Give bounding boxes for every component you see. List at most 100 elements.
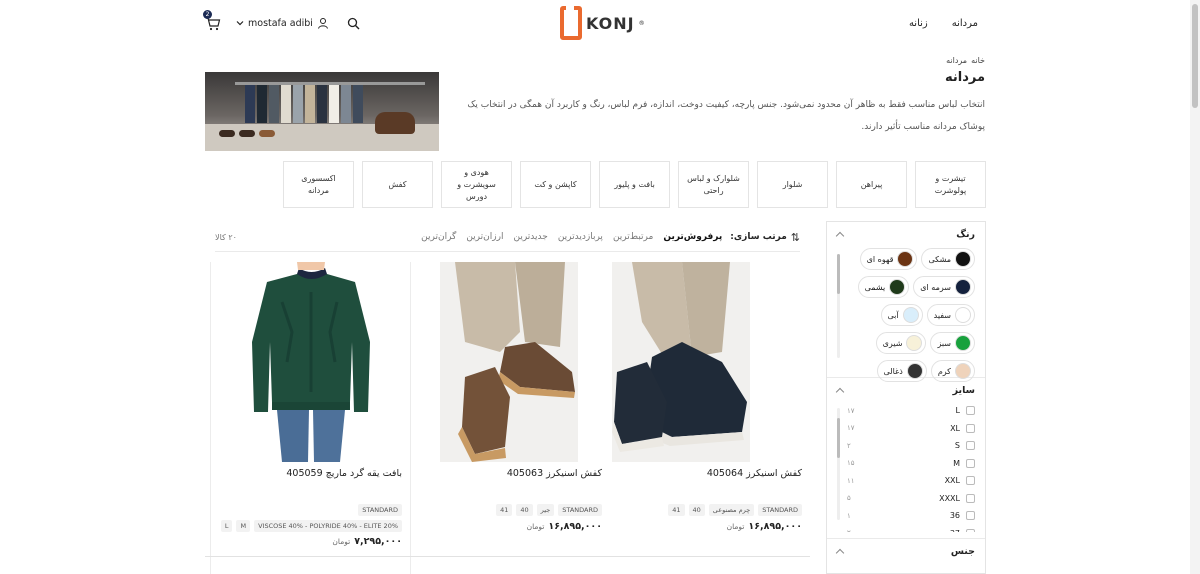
- size-checkbox[interactable]: [966, 511, 975, 521]
- color-option[interactable]: آبی: [880, 304, 923, 326]
- header-actions: 2 mostafa adibi: [203, 10, 360, 32]
- chevron-down-icon: [236, 21, 244, 26]
- product-card[interactable]: کفش اسنیکرز 405063 STANDARD جیر 40 41 ۱۶…: [410, 262, 610, 574]
- product-tag: L: [220, 520, 233, 532]
- size-option-count: ۲: [847, 441, 851, 450]
- size-checkbox[interactable]: [966, 493, 975, 503]
- color-option[interactable]: یشمی: [857, 276, 910, 298]
- category-shoes[interactable]: کفش: [362, 161, 433, 208]
- product-image[interactable]: [242, 262, 380, 462]
- size-checkbox[interactable]: [966, 423, 975, 433]
- color-filter: مشکی قهوه ای سرمه ای یشمی سفید آبی سبز شیری کرم ذ…: [827, 246, 985, 382]
- size-option-label: M: [953, 458, 960, 468]
- cart-count-badge: 2: [203, 10, 212, 19]
- size-option-label: S: [954, 441, 960, 451]
- logo[interactable]: KONJ ®: [560, 6, 645, 40]
- size-option-main: 37: [950, 528, 975, 532]
- product-tag: STANDARD: [758, 504, 802, 516]
- category-tshirt[interactable]: تیشرت و پولوشرت: [915, 161, 986, 208]
- size-filter-scrollbar[interactable]: [837, 408, 840, 520]
- category-shirt[interactable]: پیراهن: [836, 161, 907, 208]
- size-option[interactable]: XL ۱۷: [847, 420, 975, 438]
- color-swatch: [897, 251, 914, 267]
- product-tags: STANDARD چرم مصنوعی 40 41: [668, 504, 802, 516]
- page-scrollbar[interactable]: [1190, 0, 1200, 574]
- logo-trademark: ®: [638, 19, 645, 27]
- category-pants[interactable]: شلوار: [757, 161, 828, 208]
- size-option[interactable]: M ۱۵: [847, 455, 975, 473]
- sort-icon: ⇅: [790, 230, 800, 244]
- category-accessories[interactable]: اکسسوری مردانه: [283, 161, 354, 208]
- product-title[interactable]: بافت یقه گرد ماریچ 405059: [286, 468, 402, 479]
- page-description: انتخاب لباس مناسب فقط به ظاهر آن محدود ن…: [467, 100, 985, 132]
- category-jackets[interactable]: کاپشن و کت: [520, 161, 591, 208]
- product-tag: VISCOSE 40% - POLYRIDE 40% - ELITE 20%: [254, 520, 402, 532]
- user-menu[interactable]: mostafa adibi: [236, 17, 329, 29]
- size-option[interactable]: L ۱۷: [847, 402, 975, 420]
- size-checkbox[interactable]: [966, 441, 975, 451]
- size-option-main: M: [953, 458, 975, 468]
- size-option[interactable]: 36 ۱: [847, 507, 975, 525]
- product-grid: کفش اسنیکرز 405064 STANDARD چرم مصنوعی 4…: [205, 262, 810, 574]
- size-filter: L۱۷XL۱۷S۲M۱۵XXL۱۱XXXL۵36۱37۲: [827, 402, 985, 532]
- size-option-count: ۲: [847, 529, 851, 532]
- chevron-up-icon: [835, 231, 845, 240]
- color-option[interactable]: کرم: [930, 360, 975, 382]
- user-icon: [317, 18, 328, 29]
- color-option[interactable]: قهوه ای: [859, 248, 918, 270]
- sort-label: مرتب سازی:: [730, 232, 787, 242]
- sort-bestselling[interactable]: پرفروش‌ترین: [663, 232, 722, 242]
- product-card[interactable]: بافت یقه گرد ماریچ 405059 STANDARD VISCO…: [210, 262, 410, 574]
- breadcrumb-home[interactable]: خانه: [971, 56, 985, 65]
- size-option-count: ۵: [847, 494, 851, 503]
- color-option[interactable]: سفید: [926, 304, 975, 326]
- category-shorts[interactable]: شلوارک و لباس راحتی: [678, 161, 749, 208]
- product-card[interactable]: کفش اسنیکرز 405064 STANDARD چرم مصنوعی 4…: [610, 262, 810, 574]
- color-option[interactable]: سرمه ای: [913, 276, 975, 298]
- color-swatch: [906, 335, 923, 351]
- size-option-count: ۱۱: [847, 476, 855, 485]
- cart-button[interactable]: 2: [203, 10, 222, 32]
- color-filter-header[interactable]: رنگ: [827, 222, 985, 246]
- gender-filter-header[interactable]: جنس: [827, 539, 985, 563]
- nav-men[interactable]: مردانه: [952, 18, 978, 29]
- size-option[interactable]: S۲: [847, 437, 975, 455]
- sort-most-viewed[interactable]: پربازدیدترین: [558, 232, 603, 242]
- sort-newest[interactable]: جدیدترین: [513, 232, 547, 242]
- price-currency: تومان: [332, 537, 351, 546]
- size-option[interactable]: XXL ۱۱: [847, 472, 975, 490]
- color-swatch: [906, 363, 923, 379]
- color-option[interactable]: مشکی: [921, 248, 975, 270]
- product-price: ۱۶,۸۹۵,۰۰۰ تومان: [727, 521, 802, 532]
- color-filter-title: رنگ: [956, 228, 975, 240]
- product-tag: STANDARD: [358, 504, 402, 516]
- color-option-label: قهوه ای: [866, 254, 894, 264]
- size-checkbox[interactable]: [966, 528, 975, 532]
- color-option[interactable]: سبز: [930, 332, 975, 354]
- size-option-count: ۱۷: [847, 406, 855, 415]
- category-hoodies[interactable]: هودی و سویشرت و دورس: [441, 161, 512, 208]
- sort-most-expensive[interactable]: گران‌ترین: [421, 232, 456, 242]
- size-option-label: L: [955, 406, 960, 416]
- color-option[interactable]: ذغالی: [876, 360, 927, 382]
- sort-relevant[interactable]: مرتبط‌ترین: [613, 232, 653, 242]
- size-checkbox[interactable]: [966, 458, 975, 468]
- breadcrumb-current[interactable]: مردانه: [946, 56, 967, 65]
- sort-cheapest[interactable]: ارزان‌ترین: [466, 232, 503, 242]
- color-option-label: آبی: [887, 310, 899, 320]
- category-knitwear[interactable]: بافت و پلیور: [599, 161, 670, 208]
- product-image[interactable]: [440, 262, 578, 462]
- search-icon[interactable]: [347, 17, 360, 30]
- size-option[interactable]: 37 ۲: [847, 525, 975, 532]
- product-tag: 41: [668, 504, 685, 516]
- size-checkbox[interactable]: [966, 476, 975, 486]
- product-title[interactable]: کفش اسنیکرز 405064: [707, 468, 802, 479]
- color-option[interactable]: شیری: [875, 332, 927, 354]
- price-value: ۷,۲۹۵,۰۰۰: [354, 536, 402, 547]
- color-filter-scrollbar[interactable]: [837, 254, 840, 358]
- product-title[interactable]: کفش اسنیکرز 405063: [507, 468, 602, 479]
- nav-women[interactable]: زنانه: [909, 18, 928, 29]
- product-image[interactable]: [612, 262, 750, 462]
- size-option[interactable]: XXXL ۵: [847, 490, 975, 508]
- size-checkbox[interactable]: [966, 406, 975, 416]
